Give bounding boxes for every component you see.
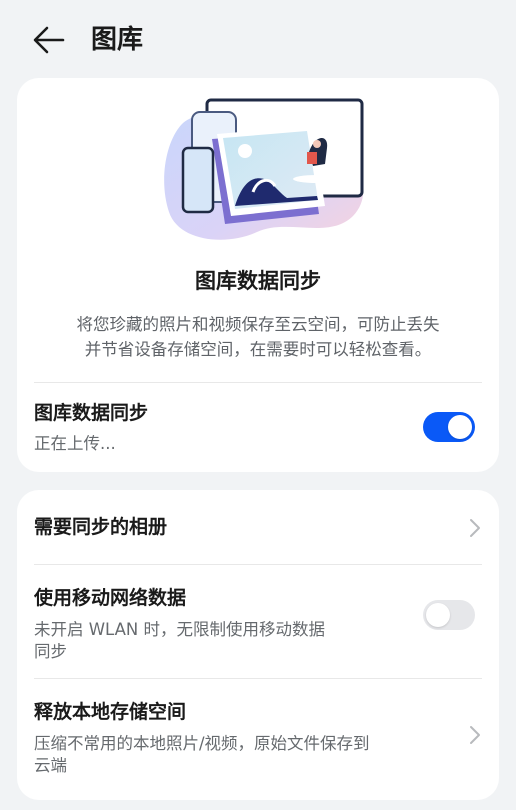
upload-status: 正在上传... xyxy=(34,434,116,453)
gallery-sync-label: 图库数据同步 xyxy=(34,402,149,424)
page-title: 图库 xyxy=(91,25,144,55)
mobile-data-description-line: 未开启 WLAN 时，无限制使用移动数据 xyxy=(34,620,326,639)
sync-description-line: 将您珍藏的照片和视频保存至云空间，可防止丢失 xyxy=(76,315,440,334)
sync-description-line: 并节省设备存储空间，在需要时可以轻松查看。 xyxy=(84,340,432,359)
toggle-knob xyxy=(426,603,450,627)
toggle-knob xyxy=(448,415,472,439)
sync-description: 将您珍藏的照片和视频保存至云空间，可防止丢失 并节省设备存储空间，在需要时可以轻… xyxy=(35,312,481,362)
top-bar: 图库 xyxy=(0,0,516,80)
albums-to-sync-label: 需要同步的相册 xyxy=(34,516,168,538)
free-up-storage-label: 释放本地存储空间 xyxy=(34,701,187,723)
mobile-data-toggle[interactable] xyxy=(423,600,475,630)
mobile-data-description: 未开启 WLAN 时，无限制使用移动数据 同步 xyxy=(34,619,325,663)
cloud-sync-illustration xyxy=(164,98,364,240)
chevron-right-icon xyxy=(470,726,480,744)
chevron-right-icon xyxy=(470,519,480,537)
free-up-storage-description: 压缩不常用的本地照片/视频，原始文件保存到 云端 xyxy=(34,733,370,777)
gallery-sync-card: 图库数据同步 将您珍藏的照片和视频保存至云空间，可防止丢失 并节省设备存储空间，… xyxy=(17,78,499,472)
albums-to-sync-row[interactable]: 需要同步的相册 xyxy=(17,490,499,564)
mobile-data-label: 使用移动网络数据 xyxy=(34,587,187,609)
back-button[interactable] xyxy=(30,22,70,58)
free-up-storage-description-line: 云端 xyxy=(34,756,67,775)
gallery-sync-row[interactable]: 图库数据同步 正在上传... xyxy=(17,382,499,472)
mobile-data-row[interactable]: 使用移动网络数据 未开启 WLAN 时，无限制使用移动数据 同步 xyxy=(17,564,499,678)
free-up-storage-description-line: 压缩不常用的本地照片/视频，原始文件保存到 xyxy=(34,734,370,753)
mobile-data-description-line: 同步 xyxy=(34,642,67,661)
sync-title: 图库数据同步 xyxy=(195,269,321,293)
back-arrow-icon xyxy=(33,26,65,54)
free-up-storage-row[interactable]: 释放本地存储空间 压缩不常用的本地照片/视频，原始文件保存到 云端 xyxy=(17,678,499,792)
settings-card: 需要同步的相册 使用移动网络数据 未开启 WLAN 时，无限制使用移动数据 同步… xyxy=(17,490,499,800)
gallery-sync-toggle[interactable] xyxy=(423,412,475,442)
